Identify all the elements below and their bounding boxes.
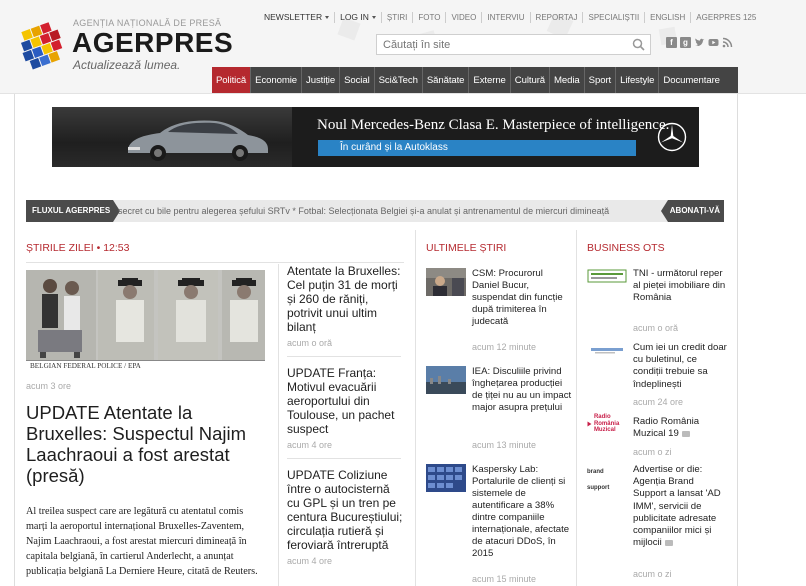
ots-title[interactable]: Radio România Muzical 19: [633, 416, 727, 440]
story-time: acum 4 ore: [287, 440, 333, 450]
main-navigation: Politică Economie Justiție Social Sci&Te…: [212, 67, 738, 93]
top-navigation: NEWSLETTER LOG IN ȘTIRI FOTO VIDEO INTER…: [264, 10, 756, 24]
facebook-icon[interactable]: f: [666, 37, 677, 48]
top-nav-reportaj[interactable]: REPORTAJ: [536, 13, 578, 22]
google-plus-icon[interactable]: g: [680, 37, 691, 48]
news-time: acum 13 minute: [472, 440, 537, 450]
story-time: acum 4 ore: [287, 556, 333, 566]
list-item[interactable]: IEA: Disculiile privind înghețarea produ…: [426, 366, 572, 450]
news-thumbnail-image: [426, 366, 466, 394]
news-title[interactable]: IEA: Disculiile privind înghețarea produ…: [472, 366, 572, 414]
chevron-down-icon: [371, 15, 376, 19]
ots-title[interactable]: TNI - următorul reper al pieței imobilia…: [633, 268, 727, 305]
ticker-label[interactable]: FLUXUL AGERPRES: [26, 200, 120, 222]
top-nav-english[interactable]: ENGLISH: [650, 13, 685, 22]
ots-title[interactable]: Cum iei un credit doar cu buletinul, ce …: [633, 342, 727, 391]
list-item[interactable]: Atentate la Bruxelles: Cel puțin 31 de m…: [287, 264, 405, 348]
nav-item-politica[interactable]: Politică: [212, 67, 252, 93]
top-nav-foto[interactable]: FOTO: [418, 13, 440, 22]
login-menu[interactable]: LOG IN: [340, 12, 376, 22]
ad-cta-button[interactable]: În curând și la Autoklass: [318, 140, 636, 156]
ots-time: acum o zi: [633, 447, 672, 457]
suspect-figure-image: [38, 279, 82, 358]
top-nav-specialistii[interactable]: SPECIALIȘTII: [588, 13, 639, 22]
nav-item-sanatate[interactable]: Sănătate: [423, 67, 470, 93]
list-item[interactable]: UPDATE Coliziune între o autocisternă cu…: [287, 468, 405, 566]
brand-support-logo-icon: brand support: [587, 469, 610, 491]
youtube-icon[interactable]: [708, 37, 719, 48]
section-time: 12:53: [103, 242, 130, 254]
news-time: acum 15 minute: [472, 574, 537, 584]
ultimele-stiri-heading[interactable]: ULTIMELE ȘTIRI: [426, 242, 506, 254]
list-item[interactable]: UPDATE Franța: Motivul evacuării aeropor…: [287, 366, 405, 450]
lead-story-time: acum 3 ore: [26, 381, 72, 391]
news-ticker: FLUXUL AGERPRES secret cu bile pentru al…: [26, 200, 724, 222]
search-icon[interactable]: [632, 38, 645, 51]
suspect-hat-figure-image: [116, 278, 144, 342]
social-links: f g: [666, 37, 733, 48]
ticker-text[interactable]: secret cu bile pentru alegerea șefului S…: [118, 200, 666, 222]
news-thumbnail-image: [426, 268, 466, 296]
list-item[interactable]: Kaspersky Lab: Portalurile de clienți si…: [426, 464, 572, 584]
top-nav-stiri[interactable]: ȘTIRI: [387, 13, 407, 22]
news-title[interactable]: CSM: Procurorul Daniel Bucur, suspendat …: [472, 268, 572, 328]
news-title[interactable]: Kaspersky Lab: Portalurile de clienți si…: [472, 464, 572, 560]
ots-time: acum 24 ore: [633, 397, 684, 407]
ad-headline: Noul Mercedes-Benz Clasa E. Masterpiece …: [317, 117, 670, 133]
story-title[interactable]: Atentate la Bruxelles: Cel puțin 31 de m…: [287, 264, 405, 334]
twitter-icon[interactable]: [694, 37, 705, 48]
news-time: acum 12 minute: [472, 342, 537, 352]
news-thumbnail-image: [426, 464, 466, 492]
nav-item-cultura[interactable]: Cultură: [511, 67, 551, 93]
camera-icon: [664, 539, 673, 546]
site-logo-text[interactable]: AGERPRES: [72, 28, 233, 58]
nav-item-justitie[interactable]: Justiție: [302, 67, 341, 93]
camera-icon: [681, 430, 690, 437]
nav-item-media[interactable]: Media: [550, 67, 585, 93]
business-ots-heading[interactable]: BUSINESS OTS: [587, 242, 665, 254]
nav-item-documentare[interactable]: Documentare: [659, 67, 724, 93]
car-image: [128, 120, 268, 161]
nav-item-externe[interactable]: Externe: [469, 67, 511, 93]
lead-story-body: Al treilea suspect care are legătură cu …: [26, 506, 258, 577]
chevron-down-icon: [325, 15, 330, 19]
ots-title[interactable]: Advertise or die: Agenția Brand Support …: [633, 464, 727, 549]
site-slogan: Actualizează lumea.: [73, 58, 181, 72]
mercedes-star-icon: [657, 122, 687, 152]
lead-story-title[interactable]: UPDATE Atentate la Bruxelles: Suspectul …: [26, 402, 266, 486]
list-item[interactable]: CSM: Procurorul Daniel Bucur, suspendat …: [426, 268, 572, 352]
site-header: AGENȚIA NAȚIONALĂ DE PRESĂ AGERPRES Actu…: [0, 0, 806, 94]
photo-caption: BELGIAN FEDERAL POLICE / EPA: [26, 360, 265, 372]
subscribe-button[interactable]: ABONAȚI-VĂ: [661, 200, 724, 222]
mercedes-ad-banner[interactable]: Noul Mercedes-Benz Clasa E. Masterpiece …: [52, 107, 699, 167]
nav-item-sport[interactable]: Sport: [585, 67, 617, 93]
top-nav-video[interactable]: VIDEO: [451, 13, 476, 22]
story-time: acum o oră: [287, 338, 333, 348]
agerpres-logo-icon[interactable]: [14, 20, 70, 76]
top-nav-interviu[interactable]: INTERVIU: [487, 13, 524, 22]
newsletter-menu[interactable]: NEWSLETTER: [264, 12, 330, 22]
nav-item-lifestyle[interactable]: Lifestyle: [616, 67, 660, 93]
nav-item-scitech[interactable]: Sci&Tech: [375, 67, 423, 93]
nav-item-economie[interactable]: Economie: [251, 67, 303, 93]
ots-time: acum o oră: [633, 323, 679, 333]
nav-item-social[interactable]: Social: [340, 67, 375, 93]
story-title[interactable]: UPDATE Coliziune între o autocisternă cu…: [287, 468, 405, 552]
story-title[interactable]: UPDATE Franța: Motivul evacuării aeropor…: [287, 366, 405, 436]
ots-time: acum o zi: [633, 569, 672, 579]
rss-icon[interactable]: [722, 37, 733, 48]
company-logo-icon: [587, 269, 627, 283]
stirile-zilei-heading[interactable]: ȘTIRILE ZILEI • 12:53: [26, 242, 129, 254]
radio-romania-logo-icon: Radio România Muzical: [587, 414, 627, 433]
company-logo-icon: [591, 348, 623, 354]
search-input[interactable]: [377, 35, 627, 55]
search-box: [376, 34, 651, 55]
top-nav-agerpres-125[interactable]: AGERPRES 125: [696, 13, 756, 22]
lead-story-photo[interactable]: BELGIAN FEDERAL POLICE / EPA: [26, 270, 265, 372]
